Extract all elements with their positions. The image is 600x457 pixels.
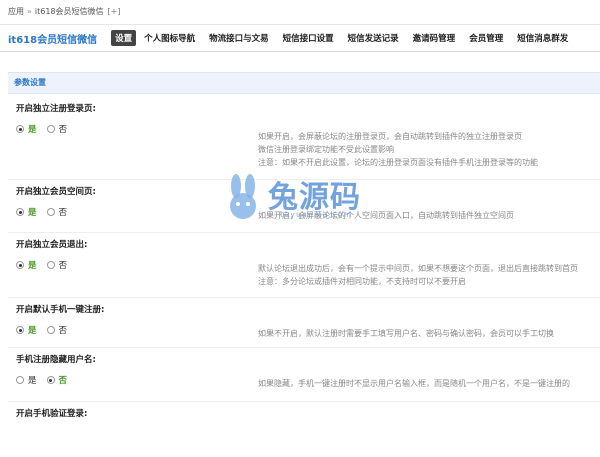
pin-button[interactable]: [+] bbox=[108, 7, 121, 16]
setting-title: 开启默认手机一键注册: bbox=[16, 305, 105, 315]
row-divider bbox=[8, 179, 600, 180]
brand-title: it618会员短信微信 bbox=[8, 34, 98, 46]
row-divider bbox=[8, 347, 600, 348]
nav-tabs: 设置 个人图标导航 物流接口与文易 短信接口设置 短信发送记录 邀请码管理 会员管理 短信消息… bbox=[111, 30, 582, 46]
tab-5[interactable]: 邀请码管理 bbox=[413, 32, 456, 44]
setting-title: 手机注册隐藏用户名: bbox=[16, 355, 96, 365]
radio-label[interactable]: 是 bbox=[28, 324, 37, 336]
breadcrumb-separator: » bbox=[27, 7, 32, 16]
radio-button[interactable] bbox=[16, 376, 24, 384]
setting-description: 如果开启，会屏蔽论坛的注册登录页，会自动跳转到插件的独立注册登录页 微信注册登录绑… bbox=[258, 130, 538, 169]
radio-button[interactable] bbox=[46, 376, 55, 384]
radio-label[interactable]: 否 bbox=[59, 206, 68, 218]
radio-label[interactable]: 是 bbox=[28, 123, 37, 135]
setting-row: 开启手机验证登录: bbox=[8, 407, 600, 457]
setting-title: 开启独立注册登录页: bbox=[16, 104, 96, 114]
description-line: 微信注册登录绑定功能不受此设置影响 bbox=[258, 145, 394, 154]
panel-title: 参数设置 bbox=[14, 78, 46, 87]
setting-description: 如果不开启，默认注册时需要手工填写用户名、密码与确认密码，会员可以手工切换 bbox=[258, 327, 554, 340]
setting-title: 开启独立会员空间页: bbox=[16, 187, 96, 197]
breadcrumb: 应用» it618会员短信微信 [+] bbox=[0, 0, 600, 25]
radio-button[interactable] bbox=[46, 326, 55, 334]
radio-label[interactable]: 否 bbox=[59, 374, 68, 386]
description-line: 如果开启，会屏蔽论坛的注册登录页，会自动跳转到插件的独立注册登录页 bbox=[258, 132, 522, 141]
breadcrumb-current: it618会员短信微信 bbox=[34, 7, 104, 16]
setting-title: 开启独立会员退出: bbox=[16, 240, 88, 250]
row-divider bbox=[8, 297, 600, 298]
tab-0[interactable]: 设置 bbox=[111, 30, 137, 46]
radio-group: 是否 bbox=[16, 123, 77, 135]
setting-row: 开启默认手机一键注册: 是否如果不开启，默认注册时需要手工填写用户名、密码与确认密… bbox=[8, 303, 600, 353]
tab-3[interactable]: 短信接口设置 bbox=[283, 32, 334, 44]
radio-group: 是否 bbox=[16, 259, 77, 271]
radio-button[interactable] bbox=[16, 326, 24, 334]
radio-button[interactable] bbox=[46, 261, 55, 269]
radio-label[interactable]: 是 bbox=[28, 259, 37, 271]
breadcrumb-root[interactable]: 应用 bbox=[8, 7, 24, 16]
description-line: 如果隐藏，手机一键注册时不显示用户名输入框，而是随机一个用户名，不是一键注册的 bbox=[258, 379, 570, 388]
setting-row: 开启独立注册登录页: 是否如果开启，会屏蔽论坛的注册登录页，会自动跳转到插件的独立… bbox=[8, 102, 600, 180]
description-line: 如果开启，会屏蔽论坛的个人空间页面入口，自动跳转到插件独立空间页 bbox=[258, 211, 514, 220]
radio-label[interactable]: 否 bbox=[59, 324, 68, 336]
description-line: 默认论坛退出成功后，会有一个提示中间页，如果不想要这个页面，退出后直接跳转到首页 bbox=[258, 264, 578, 273]
row-divider bbox=[8, 401, 600, 402]
tab-2[interactable]: 物流接口与文易 bbox=[209, 32, 269, 44]
tab-1[interactable]: 个人图标导航 bbox=[144, 32, 195, 44]
setting-row: 手机注册隐藏用户名: 是否如果隐藏，手机一键注册时不显示用户名输入框，而是随机一个… bbox=[8, 353, 600, 403]
description-line: 注意：多分论坛或插件对相同功能，不支持时可以不要开启 bbox=[258, 277, 466, 286]
description-line: 如果不开启，默认注册时需要手工填写用户名、密码与确认密码，会员可以手工切换 bbox=[258, 329, 554, 338]
setting-description: 如果隐藏，手机一键注册时不显示用户名输入框，而是随机一个用户名，不是一键注册的 bbox=[258, 377, 570, 390]
radio-label[interactable]: 否 bbox=[59, 123, 68, 135]
radio-button[interactable] bbox=[16, 261, 24, 269]
radio-group: 是否 bbox=[16, 374, 77, 386]
tab-6[interactable]: 会员管理 bbox=[469, 32, 503, 44]
tab-7[interactable]: 短信消息群发 bbox=[517, 32, 568, 44]
radio-button[interactable] bbox=[16, 125, 24, 133]
top-nav: it618会员短信微信 设置 个人图标导航 物流接口与文易 短信接口设置 短信发送记录 邀… bbox=[0, 25, 600, 52]
radio-label[interactable]: 是 bbox=[28, 206, 37, 218]
settings-panel-header: 参数设置 bbox=[8, 72, 600, 94]
radio-label[interactable]: 是 bbox=[28, 374, 37, 386]
radio-button[interactable] bbox=[16, 208, 24, 216]
radio-button[interactable] bbox=[46, 208, 55, 216]
setting-row: 开启独立会员空间页: 是否如果开启，会屏蔽论坛的个人空间页面入口，自动跳转到插件独… bbox=[8, 185, 600, 235]
description-line: 注意：如果不开启此设置，论坛的注册登录页面没有插件手机注册登录等的功能 bbox=[258, 158, 538, 167]
setting-description: 如果开启，会屏蔽论坛的个人空间页面入口，自动跳转到插件独立空间页 bbox=[258, 209, 514, 222]
radio-button[interactable] bbox=[46, 125, 55, 133]
setting-title: 开启手机验证登录: bbox=[16, 409, 88, 419]
setting-description: 默认论坛退出成功后，会有一个提示中间页，如果不想要这个页面，退出后直接跳转到首页… bbox=[258, 262, 578, 288]
radio-group: 是否 bbox=[16, 206, 77, 218]
radio-label[interactable]: 否 bbox=[59, 259, 68, 271]
row-divider bbox=[8, 232, 600, 233]
setting-row: 开启独立会员退出: 是否默认论坛退出成功后，会有一个提示中间页，如果不想要这个页面… bbox=[8, 238, 600, 298]
radio-group: 是否 bbox=[16, 324, 77, 336]
tab-4[interactable]: 短信发送记录 bbox=[348, 32, 399, 44]
